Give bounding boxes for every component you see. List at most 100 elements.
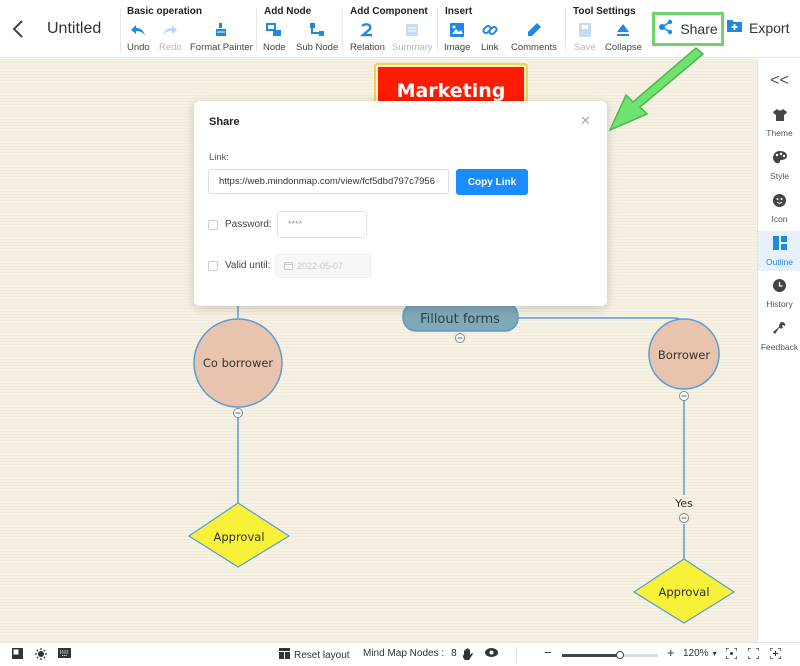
minimap-toggle[interactable]	[12, 648, 23, 662]
keyboard-shortcuts-button[interactable]	[58, 648, 71, 661]
zoom-in-button[interactable]: +	[667, 645, 675, 660]
status-bar: Reset layout Mind Map Nodes : 8 − + 120%…	[0, 642, 800, 666]
node-co-borrower[interactable]: Co borrower	[193, 318, 283, 408]
reset-layout-button[interactable]: Reset layout	[279, 648, 350, 662]
group-title-add-component: Add Component	[350, 6, 428, 17]
insert-comments-button[interactable]: Comments	[511, 22, 557, 53]
undo-button[interactable]: Undo	[127, 22, 150, 53]
password-checkbox[interactable]	[208, 220, 218, 230]
summary-icon	[404, 22, 420, 38]
back-button[interactable]	[8, 17, 30, 41]
node-fillout-forms[interactable]: Fillout forms	[402, 302, 519, 332]
zoom-slider[interactable]	[562, 651, 658, 659]
node-label: Borrower	[658, 348, 710, 362]
sidebar-item-history[interactable]: History	[758, 274, 800, 314]
image-icon	[449, 22, 465, 38]
export-folder-icon	[726, 18, 743, 38]
toolbar-divider	[120, 8, 121, 52]
preview-button[interactable]	[485, 648, 498, 660]
insert-image-button[interactable]: Image	[444, 22, 470, 53]
link-label: Link:	[209, 152, 230, 163]
pan-tool-button[interactable]	[462, 648, 474, 664]
group-title-tool-settings: Tool Settings	[573, 6, 636, 17]
collapse-toggle-icon[interactable]	[233, 408, 243, 418]
node-approval-left[interactable]: Approval	[187, 502, 291, 568]
sidebar-item-theme[interactable]: Theme	[758, 103, 800, 143]
fullscreen-icon	[747, 647, 760, 662]
share-dialog: Share ✕ Link: https://web.mindonmap.com/…	[194, 101, 607, 306]
dialog-title: Share	[209, 116, 240, 128]
toolbar: Untitled Basic operation Undo Redo Forma…	[0, 0, 800, 58]
node-borrower[interactable]: Borrower	[648, 318, 720, 390]
node-approval-right[interactable]: Approval	[632, 558, 736, 624]
caret-down-icon: ▾	[712, 649, 717, 658]
document-title[interactable]: Untitled	[47, 20, 101, 38]
share-link-input[interactable]: https://web.mindonmap.com/view/fcf5dbd79…	[208, 169, 449, 194]
valid-until-date-input[interactable]: 2022-05-07	[275, 254, 371, 278]
copy-link-button[interactable]: Copy Link	[456, 169, 528, 195]
export-button[interactable]: Export	[726, 18, 789, 38]
group-title-insert: Insert	[445, 6, 473, 17]
relation-button[interactable]: Relation	[350, 22, 385, 53]
fullscreen-button[interactable]	[747, 647, 760, 662]
collapse-sidebar-button[interactable]: <<	[758, 69, 800, 93]
toolbar-divider	[437, 8, 438, 52]
zoom-slider-fill	[562, 654, 620, 657]
node-label: Approval	[658, 585, 709, 599]
group-title-add-node: Add Node	[264, 6, 312, 17]
right-sidebar: << Theme Style Icon Outline History Feed…	[757, 59, 800, 642]
save-button[interactable]: Save	[574, 22, 596, 53]
theme-toggle[interactable]	[35, 648, 47, 663]
valid-until-checkbox[interactable]	[208, 261, 218, 271]
calendar-icon	[284, 261, 293, 272]
keyboard-icon	[58, 648, 71, 661]
focus-center-icon	[725, 647, 738, 662]
summary-button[interactable]: Summary	[392, 22, 433, 53]
clock-icon	[773, 279, 786, 297]
sidebar-item-outline[interactable]: Outline	[758, 231, 800, 271]
layout-icon	[279, 648, 290, 662]
zoom-level: 120%	[683, 648, 709, 659]
add-node-button[interactable]: Node	[263, 22, 286, 53]
collapse-toggle-icon[interactable]	[455, 333, 465, 343]
add-subnode-icon	[309, 22, 325, 38]
minimap-icon	[12, 648, 23, 662]
palette-icon	[772, 151, 787, 169]
collapse-toggle-icon[interactable]	[679, 391, 689, 401]
zoom-out-button[interactable]: −	[544, 645, 552, 660]
node-label: Approval	[213, 530, 264, 544]
password-input[interactable]: ****	[277, 211, 367, 238]
eye-icon	[485, 648, 498, 660]
fit-screen-button[interactable]	[769, 647, 782, 662]
sidebar-item-style[interactable]: Style	[758, 146, 800, 186]
center-map-button[interactable]	[725, 647, 738, 662]
shirt-icon	[772, 108, 787, 126]
format-painter-icon	[213, 22, 229, 38]
collapse-button[interactable]: Collapse	[605, 22, 642, 53]
close-icon[interactable]: ✕	[580, 113, 591, 129]
fit-screen-icon	[769, 647, 782, 662]
toolbar-divider	[256, 8, 257, 52]
sidebar-item-icon[interactable]: Icon	[758, 189, 800, 229]
format-painter-button[interactable]: Format Painter	[190, 22, 253, 53]
outline-icon	[772, 235, 787, 255]
smiley-icon	[773, 194, 786, 212]
sidebar-item-feedback[interactable]: Feedback	[758, 317, 800, 357]
undo-icon	[130, 22, 146, 38]
collapse-toggle-icon[interactable]	[679, 513, 689, 523]
node-label: Co borrower	[203, 356, 274, 370]
relation-icon	[359, 22, 375, 38]
toolbar-divider	[342, 8, 343, 52]
zoom-slider-handle[interactable]	[615, 651, 624, 659]
redo-icon	[162, 22, 178, 38]
share-button[interactable]: Share	[652, 12, 724, 46]
insert-link-button[interactable]: Link	[481, 22, 498, 53]
zoom-level-dropdown[interactable]: 120% ▾	[683, 648, 717, 659]
redo-button[interactable]: Redo	[159, 22, 182, 53]
hand-icon	[462, 648, 474, 664]
node-label: Marketing	[397, 80, 506, 102]
add-subnode-button[interactable]: Sub Node	[296, 22, 338, 53]
wrench-icon	[773, 322, 786, 340]
sun-icon	[35, 648, 47, 663]
edge-label-yes: Yes	[674, 497, 693, 510]
